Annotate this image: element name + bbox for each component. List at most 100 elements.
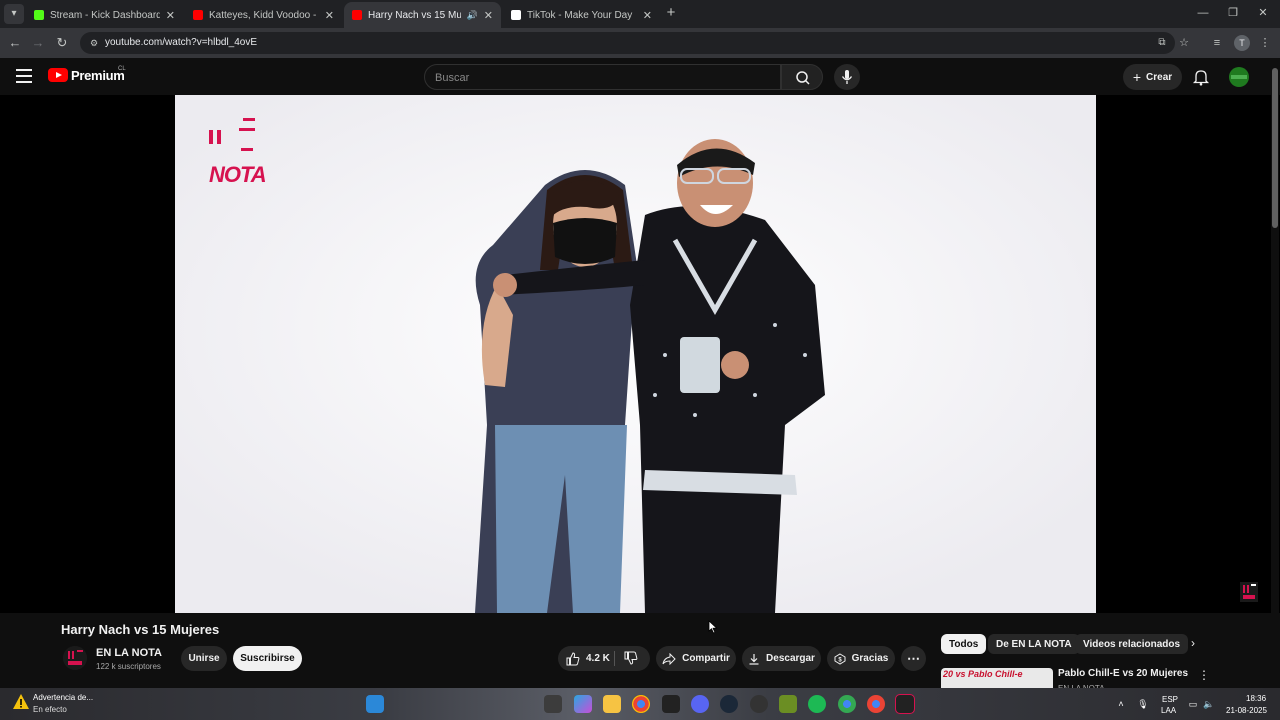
- obs-icon[interactable]: [750, 695, 768, 713]
- subscriber-count: 122 k suscriptores: [96, 662, 161, 671]
- mouse-cursor-icon: [708, 620, 718, 634]
- thumbs-down-icon[interactable]: [624, 651, 638, 665]
- join-button[interactable]: Unirse: [181, 646, 227, 671]
- back-icon[interactable]: ←: [6, 34, 24, 52]
- steam-icon[interactable]: [720, 695, 738, 713]
- youtube-header: Premium CL + Crear: [0, 58, 1280, 95]
- more-actions-button[interactable]: ⋯: [901, 646, 926, 671]
- tab-search-button[interactable]: ▾: [4, 4, 24, 24]
- start-icon[interactable]: [366, 695, 384, 713]
- tab-kick-dashboard[interactable]: Stream - Kick Dashboard ✕: [26, 2, 183, 28]
- copilot-icon[interactable]: [574, 695, 592, 713]
- search-input[interactable]: [435, 70, 765, 86]
- chrome-icon[interactable]: [632, 695, 650, 713]
- weather-title[interactable]: Advertencia de...: [33, 693, 93, 702]
- site-info-icon[interactable]: ⚙: [87, 36, 101, 50]
- share-icon: [662, 652, 676, 665]
- weather-warning-icon[interactable]: [12, 693, 30, 711]
- network-icon[interactable]: ▭: [1187, 698, 1199, 710]
- chip-related[interactable]: Videos relacionados: [1075, 634, 1189, 654]
- share-button[interactable]: Compartir: [656, 646, 736, 671]
- minecraft-icon[interactable]: [779, 695, 797, 713]
- microphone-tray-icon[interactable]: 🎙: [1137, 698, 1149, 710]
- minimize-icon[interactable]: —: [1188, 4, 1218, 22]
- bell-icon: [1192, 70, 1210, 86]
- browser-tab-strip: ▾ Stream - Kick Dashboard ✕ Katteyes, Ki…: [0, 0, 1280, 28]
- chrome-alt-icon[interactable]: [867, 695, 885, 713]
- channel-name[interactable]: EN LA NOTA: [96, 647, 162, 659]
- subscribe-label: Suscribirse: [240, 653, 295, 664]
- search-icon: [796, 71, 810, 85]
- tiktok-favicon-icon: [511, 10, 521, 20]
- browser-toolbar: ← → ↻ ⚙ youtube.com/watch?v=hlbdl_4ovE ⧉…: [0, 28, 1280, 58]
- chrome-profile-icon[interactable]: [838, 695, 856, 713]
- download-button[interactable]: Descargar: [742, 646, 821, 671]
- voice-search-button[interactable]: [834, 64, 860, 90]
- menu-icon[interactable]: [16, 69, 32, 83]
- more-vertical-icon[interactable]: ⋮: [1198, 668, 1210, 684]
- file-explorer-icon[interactable]: [603, 695, 621, 713]
- chevron-up-icon[interactable]: ˄: [1115, 698, 1127, 710]
- search-button[interactable]: [781, 64, 823, 90]
- video-scene-image: [175, 95, 1096, 613]
- scrollbar-thumb[interactable]: [1272, 68, 1278, 228]
- spotify-icon[interactable]: [808, 695, 826, 713]
- close-icon[interactable]: ✕: [325, 9, 334, 22]
- tab-harry-nach[interactable]: Harry Nach vs 15 Mujeres 🔊 ✕: [344, 2, 501, 28]
- clock-date[interactable]: 21-08-2025: [1226, 706, 1267, 715]
- tab-katteyes[interactable]: Katteyes, Kidd Voodoo - PONTE ✕: [185, 2, 342, 28]
- plus-icon: +: [1132, 69, 1142, 85]
- tab-tiktok[interactable]: TikTok - Make Your Day ✕: [503, 2, 660, 28]
- clock-time[interactable]: 18:36: [1246, 694, 1266, 703]
- chip-from-channel[interactable]: De EN LA NOTA: [988, 634, 1080, 654]
- thumbs-up-icon: [566, 651, 580, 665]
- language-code[interactable]: ESP: [1162, 695, 1178, 704]
- window-close-icon[interactable]: ✕: [1248, 4, 1278, 22]
- download-label: Descargar: [766, 653, 815, 664]
- video-frame[interactable]: [175, 95, 1096, 613]
- close-icon[interactable]: ✕: [166, 9, 175, 22]
- more-horizontal-icon: ⋯: [907, 650, 920, 666]
- chip-all[interactable]: Todos: [941, 634, 987, 654]
- like-count: 4.2 K: [586, 653, 610, 664]
- recommended-thumbnail[interactable]: 20 vs Pablo Chill-e: [941, 668, 1053, 690]
- url-text[interactable]: youtube.com/watch?v=hlbdl_4ovE: [105, 37, 257, 48]
- like-button[interactable]: 4.2 K: [566, 651, 610, 666]
- bookmark-star-icon[interactable]: ☆: [1175, 34, 1193, 52]
- install-app-icon[interactable]: ⧉: [1155, 36, 1169, 50]
- account-avatar[interactable]: [1229, 67, 1249, 87]
- close-icon[interactable]: ✕: [484, 9, 493, 22]
- epic-games-active-icon[interactable]: [895, 694, 915, 714]
- youtube-brand[interactable]: Premium: [71, 68, 125, 83]
- create-button[interactable]: + Crear: [1123, 64, 1182, 90]
- create-label: Crear: [1146, 71, 1173, 83]
- youtube-logo-icon[interactable]: [48, 68, 68, 82]
- channel-avatar[interactable]: [63, 646, 87, 670]
- profile-avatar[interactable]: T: [1234, 35, 1250, 51]
- recommended-title[interactable]: Pablo Chill-E vs 20 Mujeres: [1058, 668, 1188, 679]
- task-view-icon[interactable]: [544, 695, 562, 713]
- close-icon[interactable]: ✕: [643, 9, 652, 22]
- kick-favicon-icon: [34, 10, 44, 20]
- tab-search-icon[interactable]: ≡: [1208, 34, 1226, 52]
- subscribe-button[interactable]: Suscribirse: [233, 646, 302, 671]
- like-divider: [614, 651, 615, 666]
- address-bar[interactable]: ⚙ youtube.com/watch?v=hlbdl_4ovE ⧉: [80, 32, 1175, 54]
- thanks-button[interactable]: $ Gracias: [827, 646, 895, 671]
- video-logo-text: NOTA: [209, 162, 267, 187]
- new-tab-button[interactable]: +: [662, 4, 680, 22]
- chevron-right-icon[interactable]: ›: [1186, 636, 1200, 652]
- browser-menu-icon[interactable]: ⋮: [1256, 34, 1274, 52]
- discord-icon[interactable]: [691, 695, 709, 713]
- microphone-icon: [841, 70, 853, 84]
- restore-icon[interactable]: ❐: [1218, 4, 1248, 22]
- keyboard-layout[interactable]: LAA: [1161, 706, 1176, 715]
- reload-icon[interactable]: ↻: [53, 34, 71, 52]
- speaker-icon[interactable]: 🔊: [467, 10, 478, 21]
- forward-icon[interactable]: →: [29, 34, 47, 52]
- thumbnail-text: 20 vs Pablo Chill-e: [943, 669, 1023, 679]
- volume-icon[interactable]: 🔈: [1203, 698, 1215, 710]
- epic-games-icon[interactable]: [662, 695, 680, 713]
- channel-watermark-icon[interactable]: [1240, 580, 1258, 602]
- notifications-button[interactable]: [1191, 67, 1211, 87]
